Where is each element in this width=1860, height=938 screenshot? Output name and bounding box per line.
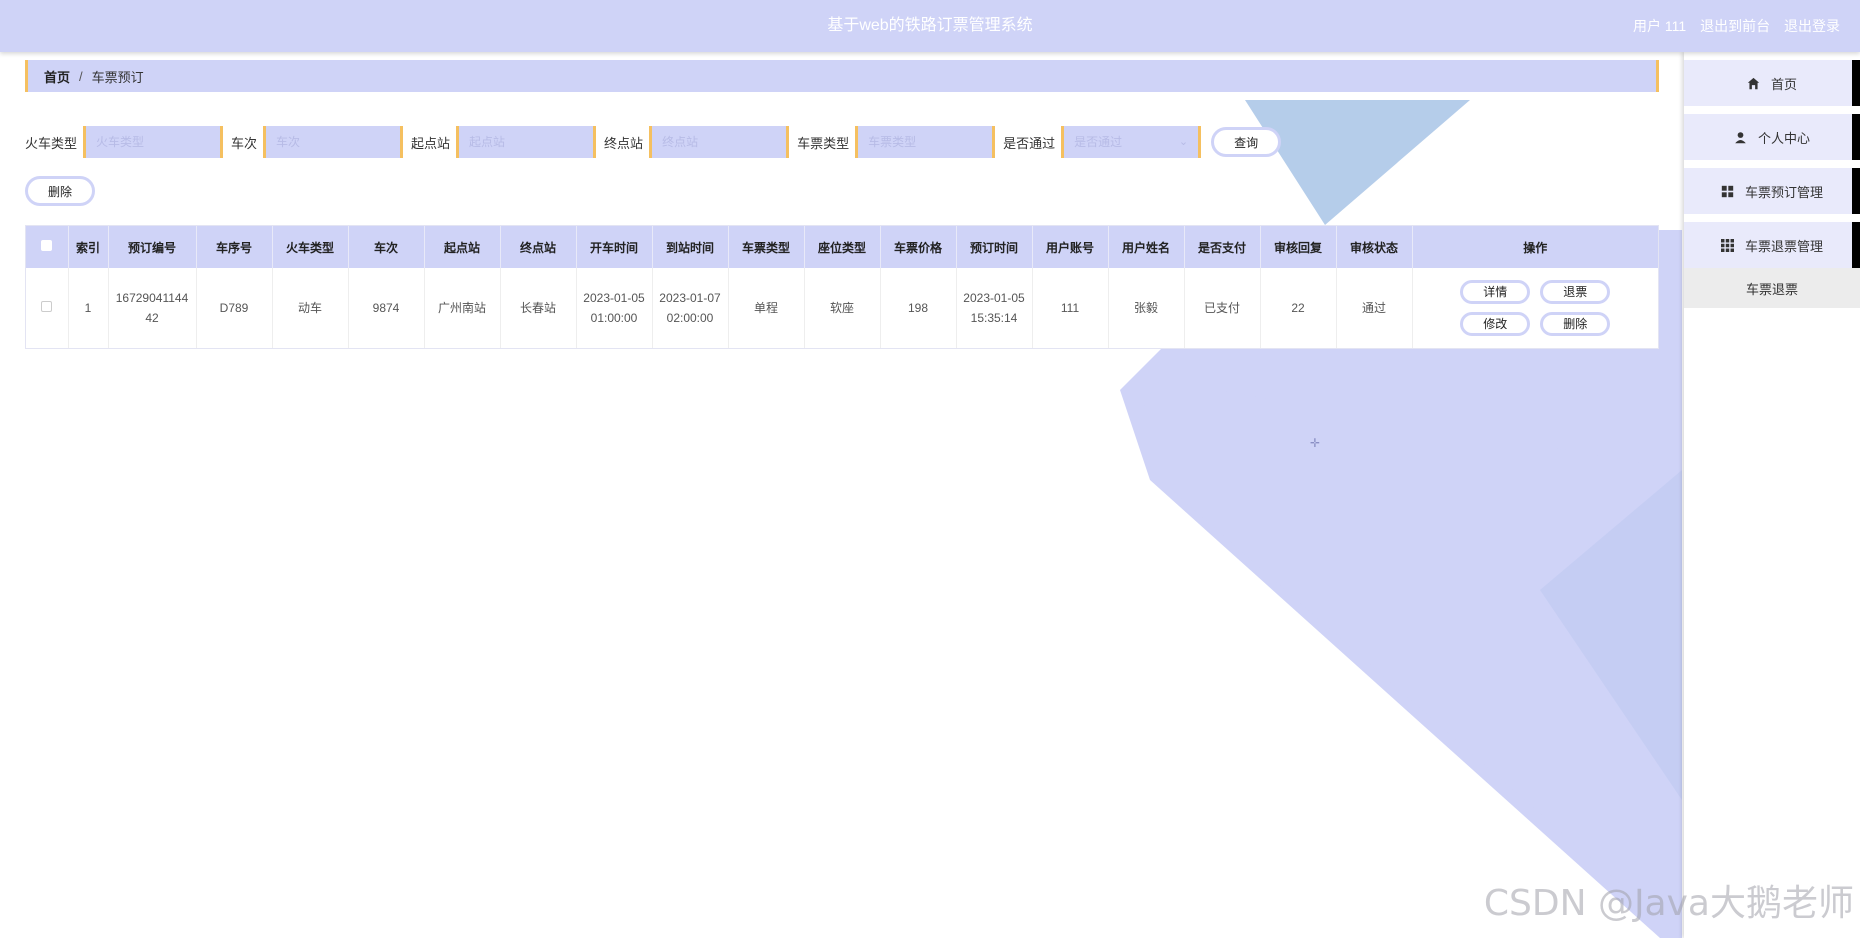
cell-account: 111 xyxy=(1032,268,1109,348)
row-actions: 详情 退票 修改 删除 xyxy=(1419,280,1653,336)
app-title: 基于web的铁路订票管理系统 xyxy=(827,17,1033,34)
column-header: 车票价格 xyxy=(880,226,957,268)
start-station-label: 起点站 xyxy=(411,135,451,151)
cell-seq-no: D789 xyxy=(196,268,273,348)
search-form: 火车类型 车次 起点站 终点站 车票类型 是否通过 是否通过 ⌄ 查询 xyxy=(25,126,1282,158)
end-station-field: 终点站 xyxy=(604,126,790,158)
submenu-item-refund[interactable]: 车票退票 xyxy=(1684,268,1860,308)
column-header: 索引 xyxy=(68,226,109,268)
cell-reply: 22 xyxy=(1260,268,1337,348)
top-header: 基于web的铁路订票管理系统 用户 111 退出到前台 退出登录 xyxy=(0,0,1860,52)
breadcrumb-separator: / xyxy=(79,68,83,84)
start-station-field: 起点站 xyxy=(411,126,597,158)
cell-end: 长春站 xyxy=(500,268,577,348)
select-all-cell xyxy=(26,226,69,268)
sidebar-item-label: 个人中心 xyxy=(1757,130,1810,146)
table-row: 1 1672904114442 D789 动车 9874 广州南站 长春站 20… xyxy=(26,268,1658,348)
grid-icon xyxy=(1721,184,1735,198)
train-type-label: 火车类型 xyxy=(25,135,78,151)
apps-icon xyxy=(1721,238,1735,252)
cell-start: 广州南站 xyxy=(424,268,501,348)
cell-train-type: 动车 xyxy=(272,268,349,348)
select-all-checkbox[interactable] xyxy=(41,240,53,251)
breadcrumb: 首页 / 车票预订 xyxy=(25,60,1659,92)
ticket-type-label: 车票类型 xyxy=(797,135,850,151)
cell-order-time: 2023-01-05 15:35:14 xyxy=(956,268,1033,348)
back-to-front-link[interactable]: 退出到前台 xyxy=(1700,18,1770,34)
train-no-field: 车次 xyxy=(231,126,404,158)
watermark: CSDN @Java大鹅老师 xyxy=(1483,883,1854,924)
sidebar-item-label: 首页 xyxy=(1770,76,1797,92)
cell-operations: 详情 退票 修改 删除 xyxy=(1412,268,1658,348)
column-header: 审核状态 xyxy=(1336,226,1413,268)
column-header: 是否支付 xyxy=(1184,226,1261,268)
passed-field: 是否通过 是否通过 ⌄ xyxy=(1003,126,1202,158)
column-header: 预订时间 xyxy=(956,226,1033,268)
sidebar-item-label: 车票预订管理 xyxy=(1744,184,1823,200)
train-no-label: 车次 xyxy=(231,135,258,151)
cell-status: 通过 xyxy=(1336,268,1413,348)
train-type-field: 火车类型 xyxy=(25,126,224,158)
column-header: 车序号 xyxy=(196,226,273,268)
chevron-down-icon: ⌄ xyxy=(1178,136,1189,148)
cell-ticket-type: 单程 xyxy=(728,268,805,348)
end-station-label: 终点站 xyxy=(604,135,644,151)
train-no-input[interactable] xyxy=(263,126,404,158)
column-header: 审核回复 xyxy=(1260,226,1337,268)
query-button[interactable]: 查询 xyxy=(1211,127,1282,157)
user-icon xyxy=(1734,130,1748,144)
breadcrumb-current: 车票预订 xyxy=(91,69,144,85)
booking-table: 索引 预订编号 车序号 火车类型 车次 起点站 终点站 开车时间 到站时间 车票… xyxy=(25,225,1659,349)
batch-delete-button[interactable]: 删除 xyxy=(25,176,95,206)
column-header: 终点站 xyxy=(500,226,577,268)
column-header: 起点站 xyxy=(424,226,501,268)
cell-index: 1 xyxy=(68,268,109,348)
column-header: 用户账号 xyxy=(1032,226,1109,268)
sidebar-item-refund-management[interactable]: 车票退票管理 xyxy=(1684,222,1860,268)
sidebar-item-booking-management[interactable]: 车票预订管理 xyxy=(1684,168,1860,214)
user-label: 用户 111 xyxy=(1633,18,1687,34)
user-area: 用户 111 退出到前台 退出登录 xyxy=(1623,0,1840,52)
svg-text:✛: ✛ xyxy=(1310,436,1320,450)
start-station-input[interactable] xyxy=(456,126,597,158)
passed-label: 是否通过 xyxy=(1003,135,1056,151)
sidebar-item-home[interactable]: 首页 xyxy=(1684,60,1860,106)
column-header: 车次 xyxy=(348,226,425,268)
column-header: 火车类型 xyxy=(272,226,349,268)
cell-paid: 已支付 xyxy=(1184,268,1261,348)
ticket-type-field: 车票类型 xyxy=(797,126,996,158)
side-menu: 首页 个人中心 车票预订管理 车票退票管理 车票退票 xyxy=(1684,52,1860,938)
refund-button[interactable]: 退票 xyxy=(1540,280,1611,304)
row-select-cell xyxy=(26,268,69,348)
table-header-row: 索引 预订编号 车序号 火车类型 车次 起点站 终点站 开车时间 到站时间 车票… xyxy=(26,226,1658,268)
end-station-input[interactable] xyxy=(649,126,790,158)
breadcrumb-home[interactable]: 首页 xyxy=(44,67,70,86)
cell-arrive-time: 2023-01-07 02:00:00 xyxy=(652,268,729,348)
cell-depart-time: 2023-01-05 01:00:00 xyxy=(576,268,653,348)
passed-select[interactable]: 是否通过 ⌄ xyxy=(1061,126,1202,158)
row-delete-button[interactable]: 删除 xyxy=(1540,312,1611,336)
edit-button[interactable]: 修改 xyxy=(1460,312,1531,336)
sidebar-item-label: 车票退票管理 xyxy=(1744,238,1823,254)
column-header: 座位类型 xyxy=(804,226,881,268)
column-header: 预订编号 xyxy=(108,226,197,268)
column-header: 开车时间 xyxy=(576,226,653,268)
sidebar-item-profile[interactable]: 个人中心 xyxy=(1684,114,1860,160)
column-header: 操作 xyxy=(1412,226,1658,268)
passed-select-placeholder: 是否通过 xyxy=(1074,135,1123,149)
cell-price: 198 xyxy=(880,268,957,348)
cell-train-no: 9874 xyxy=(348,268,425,348)
detail-button[interactable]: 详情 xyxy=(1460,280,1531,304)
column-header: 车票类型 xyxy=(728,226,805,268)
home-icon xyxy=(1747,76,1761,90)
cell-order-no: 1672904114442 xyxy=(108,268,197,348)
train-type-input[interactable] xyxy=(83,126,224,158)
logout-link[interactable]: 退出登录 xyxy=(1784,18,1840,34)
cell-name: 张毅 xyxy=(1108,268,1185,348)
ticket-type-input[interactable] xyxy=(855,126,996,158)
column-header: 用户姓名 xyxy=(1108,226,1185,268)
cell-seat-type: 软座 xyxy=(804,268,881,348)
column-header: 到站时间 xyxy=(652,226,729,268)
row-checkbox[interactable] xyxy=(41,301,53,312)
